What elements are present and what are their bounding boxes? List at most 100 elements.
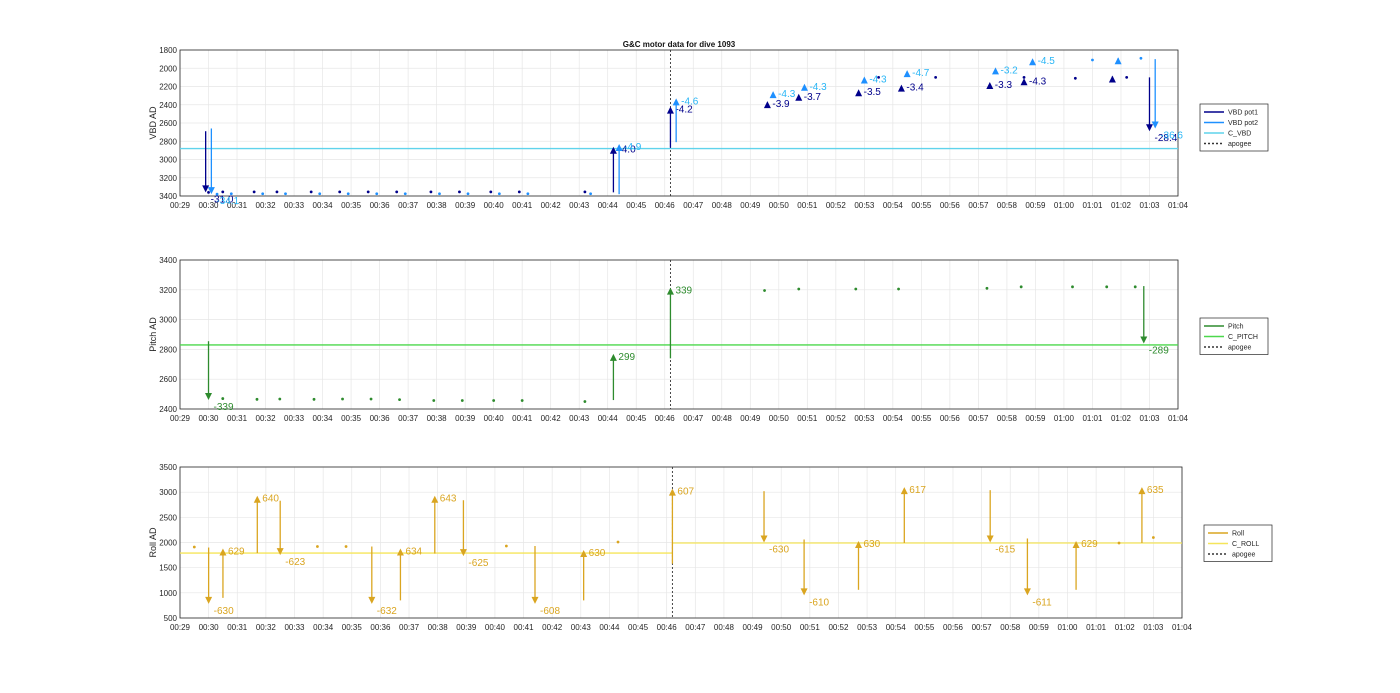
roll-panel: 00:29 00:30 00:31 00:32 00:33 00:34 00:35 00:36… (148, 463, 1273, 632)
pitch-xtick-label: 00:30 (198, 414, 219, 423)
pitch-xtick-label: 00:37 (398, 414, 419, 423)
roll-xtick-label: 00:57 (972, 623, 993, 632)
roll-xtick-label: 00:34 (313, 623, 334, 632)
roll-xtick-label: 00:50 (771, 623, 792, 632)
pitch-ylabel: Pitch AD (148, 317, 158, 352)
pitch-xtick-label: 00:57 (968, 414, 989, 423)
vbd-legend-label: VBD pot1 (1228, 110, 1258, 117)
vbd-data-point (583, 190, 587, 194)
roll-arrow-label: 607 (677, 487, 694, 498)
pitch-data-point (1019, 285, 1023, 289)
vbd-ytick-label: 2000 (159, 64, 177, 73)
vbd-xtick-label: 00:50 (769, 201, 790, 210)
vbd-data-point (275, 190, 279, 194)
pitch-data-point (221, 397, 225, 400)
roll-xtick-label: 01:01 (1086, 623, 1107, 632)
vbd-xtick-label: 00:47 (683, 201, 704, 210)
vbd-arrow-label: -4.7 (912, 68, 930, 79)
roll-xtick-label: 01:03 (1143, 623, 1164, 632)
roll-xtick-label: 00:40 (485, 623, 506, 632)
pitch-xtick-label: 00:33 (284, 414, 305, 423)
vbd-arrow-label: -4.6 (681, 96, 699, 107)
vbd-xtick-label: 00:52 (826, 201, 847, 210)
roll-data-point (316, 545, 319, 548)
pitch-data-point (432, 399, 436, 402)
vbd-xtick-label: 00:48 (712, 201, 733, 210)
pitch-legend-label: Pitch (1228, 324, 1244, 331)
roll-xtick-label: 00:29 (170, 623, 191, 632)
roll-xtick-label: 00:44 (599, 623, 620, 632)
vbd-data-point (429, 190, 433, 194)
pitch-xtick-label: 00:55 (911, 414, 932, 423)
vbd-xtick-label: 01:01 (1082, 201, 1103, 210)
pitch-data-point (985, 286, 989, 290)
vbd-xtick-label: 00:55 (911, 201, 932, 210)
vbd-data-point (403, 192, 407, 196)
roll-xtick-label: 00:42 (542, 623, 563, 632)
vbd-data-point (375, 192, 379, 196)
vbd-data-point (589, 192, 593, 196)
roll-legend-label: apogee (1232, 552, 1255, 559)
vbd-arrow-label: -4.3 (809, 82, 827, 93)
pitch-xtick-label: 01:03 (1139, 414, 1160, 423)
vbd-xtick-label: 00:35 (341, 201, 362, 210)
roll-arrow-label: -630 (769, 545, 789, 556)
vbd-arrow-label: -3.2 (1001, 65, 1019, 76)
roll-xtick-label: 00:49 (743, 623, 764, 632)
vbd-arrow-label: -3.4 (906, 83, 924, 94)
roll-arrow-label: 630 (863, 539, 880, 550)
vbd-data-point (438, 192, 441, 196)
pitch-data-point (1105, 285, 1109, 289)
vbd-xtick-label: 00:57 (968, 201, 989, 210)
vbd-xtick-label: 00:45 (626, 201, 647, 210)
pitch-xtick-label: 00:41 (512, 414, 533, 423)
roll-ytick-label: 1500 (159, 564, 177, 573)
roll-arrow-label: 634 (405, 547, 422, 558)
vbd-arrow-label: -3.5 (864, 87, 882, 98)
roll-xtick-label: 00:55 (914, 623, 935, 632)
roll-xtick-label: 00:36 (370, 623, 391, 632)
vbd-arrow-label: -3.7 (804, 92, 822, 103)
pitch-data-point (492, 399, 496, 402)
roll-xtick-label: 00:39 (456, 623, 477, 632)
roll-ytick-label: 3000 (159, 488, 177, 497)
roll-arrow-label: 640 (262, 494, 279, 505)
vbd-ytick-label: 3200 (159, 174, 177, 183)
pitch-xtick-label: 00:45 (626, 414, 647, 423)
roll-xtick-label: 00:52 (828, 623, 849, 632)
pitch-xtick-label: 01:02 (1111, 414, 1132, 423)
vbd-data-point (1073, 76, 1077, 80)
vbd-panel: 00:29 00:30 00:31 00:32 00:33 00:34 00:35 00:36… (148, 40, 1269, 210)
roll-xtick-label: 00:35 (342, 623, 363, 632)
roll-arrow-label: 617 (909, 485, 926, 496)
roll-ytick-label: 2000 (159, 539, 177, 548)
vbd-data-point (1125, 75, 1129, 79)
roll-xtick-label: 00:47 (685, 623, 706, 632)
vbd-data-point (318, 192, 322, 196)
pitch-xtick-label: 00:47 (683, 414, 704, 423)
vbd-xtick-label: 00:34 (313, 201, 334, 210)
vbd-xtick-label: 00:41 (512, 201, 533, 210)
roll-xtick-label: 00:54 (886, 623, 907, 632)
vbd-data-point (284, 192, 287, 196)
vbd-data-point (526, 192, 530, 196)
vbd-xtick-label: 00:49 (740, 201, 761, 210)
roll-data-point (344, 545, 348, 548)
vbd-arrow-label: -3.9 (772, 99, 790, 110)
vbd-xtick-label: 00:51 (797, 201, 818, 210)
pitch-xtick-label: 00:48 (712, 414, 733, 423)
pitch-xtick-label: 00:39 (455, 414, 476, 423)
vbd-xtick-label: 00:56 (940, 201, 961, 210)
pitch-xtick-label: 00:40 (484, 414, 505, 423)
pitch-ytick-label: 3400 (159, 256, 177, 265)
pitch-xtick-label: 00:31 (227, 414, 248, 423)
vbd-xtick-label: 00:29 (170, 201, 191, 210)
vbd-data-point (934, 75, 938, 79)
roll-xtick-label: 00:38 (428, 623, 449, 632)
vbd-xtick-label: 01:02 (1111, 201, 1132, 210)
pitch-legend-label: C_PITCH (1228, 334, 1258, 341)
pitch-xtick-label: 00:53 (854, 414, 875, 423)
pitch-data-point (520, 399, 524, 402)
pitch-xtick-label: 00:46 (655, 414, 676, 423)
roll-ylabel: Roll AD (148, 527, 158, 558)
